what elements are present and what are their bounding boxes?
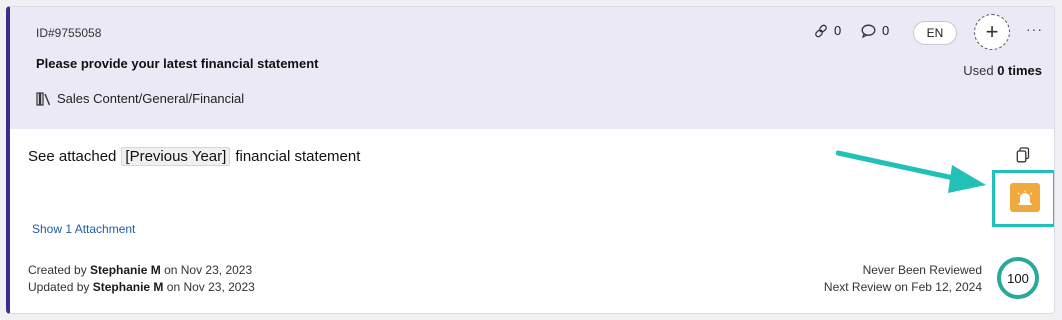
comments-count: 0 (882, 23, 890, 38)
created-on: on Nov 23, 2023 (164, 263, 253, 277)
answer-after: financial statement (235, 148, 361, 165)
more-options-button[interactable]: ··· (1026, 21, 1043, 37)
siren-icon (1017, 190, 1033, 205)
links-counter[interactable]: 0 (814, 23, 841, 38)
links-count: 0 (834, 23, 842, 38)
score-badge[interactable]: 100 (997, 257, 1039, 299)
content-path[interactable]: Sales Content/General/Financial (36, 91, 244, 106)
card-header: ID#9755058 Please provide your latest fi… (10, 7, 1054, 129)
answer-before: See attached (28, 148, 117, 165)
usage-value: 0 times (997, 63, 1042, 78)
content-path-label: Sales Content/General/Financial (57, 91, 245, 106)
show-attachment-link[interactable]: Show 1 Attachment (32, 222, 135, 236)
question-title[interactable]: Please provide your latest financial sta… (36, 56, 319, 71)
updated-by: Stephanie M (92, 280, 164, 294)
comments-counter[interactable]: 0 (861, 23, 889, 38)
usage-prefix: Used (963, 63, 994, 78)
comment-icon (861, 24, 876, 38)
updated-info: Updated by Stephanie M on Nov 23, 2023 (28, 280, 255, 294)
updated-on: on Nov 23, 2023 (166, 280, 255, 294)
alert-button[interactable] (1010, 183, 1040, 212)
created-info: Created by Stephanie M on Nov 23, 2023 (28, 263, 252, 277)
created-by: Stephanie M (90, 263, 161, 277)
item-id: ID#9755058 (36, 26, 102, 40)
review-status: Never Been Reviewed (862, 263, 982, 277)
next-review: Next Review on Feb 12, 2024 (823, 280, 982, 294)
placeholder-token[interactable]: [Previous Year] (121, 147, 231, 166)
add-button[interactable]: + (974, 14, 1010, 50)
answer-card: ID#9755058 Please provide your latest fi… (6, 6, 1055, 314)
language-button[interactable]: EN (913, 21, 957, 45)
copy-icon[interactable] (1016, 147, 1030, 163)
answer-text[interactable]: See attached [Previous Year] financial s… (28, 147, 360, 166)
updated-prefix: Updated by (28, 280, 90, 294)
library-icon (36, 91, 51, 106)
usage-count: Used 0 times (963, 63, 1042, 78)
created-prefix: Created by (28, 263, 87, 277)
link-icon (815, 24, 827, 37)
arrow-annotation (836, 150, 986, 193)
